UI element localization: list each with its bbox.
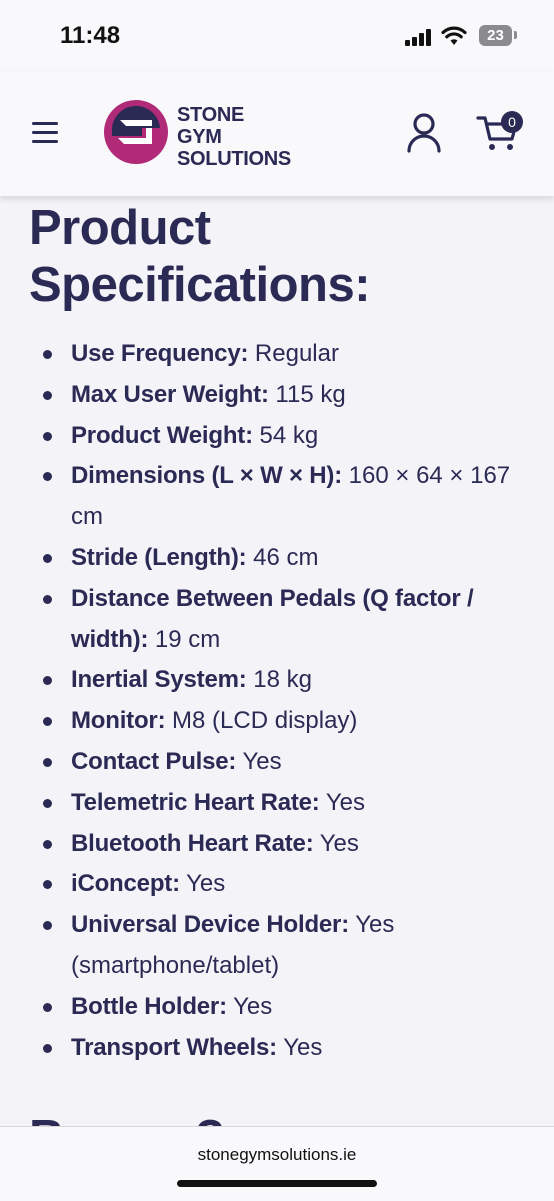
spec-item-contact-pulse: Contact Pulse: Yes [0, 742, 554, 783]
spec-label: Distance Between Pedals (Q factor / widt… [71, 584, 474, 653]
page-title-line-1: Product [29, 201, 211, 255]
spec-item-dimensions: Dimensions (L × W × H): 160 × 64 × 167 c… [0, 456, 554, 538]
spec-item-telemetric-heart-rate: Telemetric Heart Rate: Yes [0, 783, 554, 824]
bullet-icon [43, 553, 52, 563]
spec-label: Product Weight: [71, 421, 253, 449]
brand-logo-text[interactable]: STONE GYM SOLUTIONS [177, 104, 291, 170]
spec-value: Regular [248, 340, 339, 367]
spec-item-stride: Stride (Length): 46 cm [0, 538, 554, 579]
hamburger-menu-icon[interactable] [32, 122, 58, 144]
brand-line-1: STONE [177, 104, 245, 126]
spec-label: Monitor: [71, 707, 166, 735]
brand-line-2: GYM [177, 126, 222, 148]
bullet-icon [43, 390, 52, 400]
spec-value: Yes [319, 788, 365, 816]
spec-value: 19 cm [148, 625, 221, 653]
account-icon[interactable] [405, 112, 443, 154]
spec-item-inertial-system: Inertial System: 18 kg [0, 660, 554, 701]
spec-label: Telemetric Heart Rate: [71, 788, 320, 816]
bullet-icon [43, 1002, 52, 1012]
bullet-icon [43, 839, 52, 849]
spec-item-use-frequency: Use Frequency: Regular [0, 334, 554, 375]
spec-value: Yes [179, 870, 226, 898]
spec-value: Yes [226, 992, 273, 1020]
bullet-icon [43, 798, 52, 808]
page-title-line-2: Specifications: [29, 258, 371, 312]
spec-value: M8 (LCD display) [165, 707, 358, 735]
status-bar: 11:48 23 [0, 0, 554, 72]
spec-label: Max User Weight: [71, 380, 269, 408]
bullet-icon [43, 594, 52, 604]
url-text[interactable]: stonegymsolutions.ie [0, 1145, 554, 1165]
spec-label: Transport Wheels: [71, 1033, 277, 1061]
home-indicator[interactable] [177, 1180, 377, 1187]
spec-value: Yes [276, 1033, 323, 1061]
bullet-icon [43, 757, 52, 767]
spec-list: Use Frequency: Regular Max User Weight: … [0, 334, 554, 1068]
spec-label: iConcept: [71, 870, 180, 898]
battery-tip [514, 31, 517, 39]
spec-item-product-weight: Product Weight: 54 kg [0, 416, 554, 457]
bullet-icon [43, 676, 52, 686]
spec-item-monitor: Monitor: M8 (LCD display) [0, 701, 554, 742]
spec-item-transport-wheels: Transport Wheels: Yes [0, 1028, 554, 1069]
bullet-icon [43, 921, 52, 931]
spec-label: Universal Device Holder: [71, 911, 349, 939]
spec-item-iconcept: iConcept: Yes [0, 864, 554, 905]
spec-item-bluetooth-heart-rate: Bluetooth Heart Rate: Yes [0, 824, 554, 865]
spec-value: 46 cm [246, 543, 319, 571]
cart-count-badge[interactable]: 0 [501, 111, 523, 133]
bullet-icon [43, 717, 52, 727]
bullet-icon [43, 431, 52, 441]
browser-url-bar[interactable]: stonegymsolutions.ie [0, 1126, 554, 1201]
battery-icon: 23 [479, 25, 512, 46]
bullet-icon [43, 1043, 52, 1053]
spec-label: Stride (Length): [71, 543, 247, 571]
spec-label: Bottle Holder: [71, 992, 227, 1020]
spec-item-device-holder: Universal Device Holder: Yes (smartphone… [0, 905, 554, 987]
spec-item-pedal-distance: Distance Between Pedals (Q factor / widt… [0, 579, 554, 661]
spec-label: Dimensions (L × W × H): [71, 462, 342, 490]
cellular-signal-icon [405, 28, 433, 46]
spec-label: Contact Pulse: [71, 747, 237, 775]
logo-mark-icon[interactable] [102, 98, 170, 166]
spec-item-max-user-weight: Max User Weight: 115 kg [0, 375, 554, 416]
spec-value: Yes [313, 829, 359, 857]
spec-label: Bluetooth Heart Rate: [71, 829, 314, 857]
bullet-icon [43, 350, 52, 359]
spec-item-bottle-holder: Bottle Holder: Yes [0, 987, 554, 1028]
spec-value: 54 kg [252, 421, 319, 449]
site-header: STONE GYM SOLUTIONS 0 [0, 72, 554, 196]
spec-value: Yes [236, 747, 282, 775]
status-time: 11:48 [60, 22, 121, 49]
page-title: Product Specifications: [29, 200, 371, 314]
spec-label: Inertial System: [71, 666, 247, 694]
brand-line-3: SOLUTIONS [177, 148, 291, 170]
wifi-icon [441, 26, 467, 45]
bullet-icon [43, 472, 52, 482]
spec-label: Use Frequency: [71, 340, 249, 367]
spec-value: 115 kg [268, 380, 346, 408]
spec-value: 18 kg [246, 666, 312, 694]
bullet-icon [43, 880, 52, 890]
